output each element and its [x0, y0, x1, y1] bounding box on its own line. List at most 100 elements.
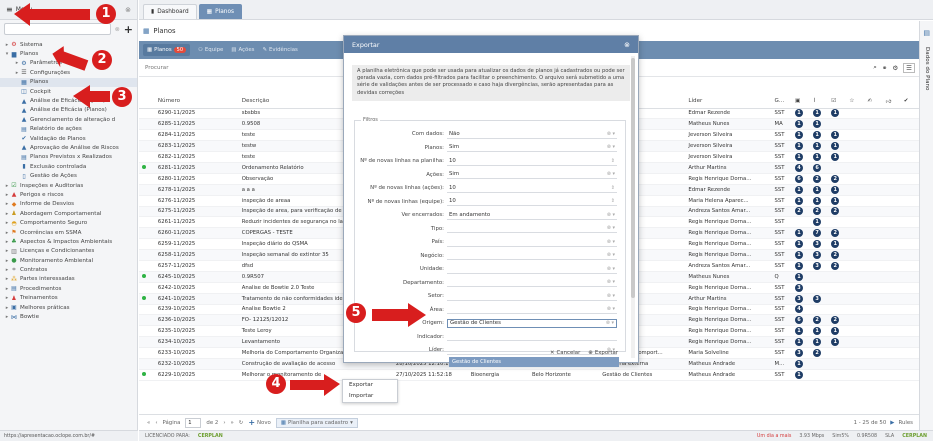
count-badge[interactable]: 2 — [831, 174, 840, 183]
table-row[interactable]: 6229-10/2025 Melhorar o monitoramento de 2… — [139, 369, 919, 381]
dropdown-control-icon[interactable]: ⊗ ▾ — [607, 171, 615, 177]
count-badge[interactable]: 3 — [813, 240, 822, 249]
count-badge[interactable]: 1 — [794, 272, 803, 281]
export-button[interactable]: ⊕ Exportar — [588, 350, 618, 356]
count-badge[interactable]: 1 — [813, 153, 822, 161]
filter-field[interactable]: ⊗ ▾ — [447, 278, 617, 287]
count-badge[interactable]: 3 — [794, 294, 803, 303]
checkbox-icon[interactable]: ☑ — [828, 95, 847, 109]
col-g[interactable]: G... — [771, 95, 792, 109]
filter-field[interactable]: Sim ⊗ ▾ — [447, 170, 617, 179]
count-badge[interactable]: 1 — [831, 185, 840, 194]
dropdown-control-icon[interactable]: ⊗ ▾ — [607, 212, 615, 218]
filter-field[interactable]: Não ⊗ ▾ — [447, 130, 617, 139]
dropdown-control-icon[interactable]: ⊗ ▾ — [607, 252, 615, 258]
count-badge[interactable]: 2 — [813, 349, 822, 358]
filter-field[interactable]: ⊗ ▾ — [447, 265, 617, 274]
sidebar-item[interactable]: ▸ ▥ Licenças e Condicionantes — [0, 247, 137, 256]
sidebar-item[interactable]: ▤ Relatório de ações — [0, 125, 137, 134]
count-badge[interactable]: 1 — [813, 120, 822, 129]
count-badge[interactable]: 1 — [794, 251, 803, 260]
count-badge[interactable]: 1 — [813, 338, 822, 347]
sidebar-item[interactable]: ▸ ♣ Aspectos & Impactos Ambientais — [0, 237, 137, 246]
last-page-icon[interactable]: » — [230, 420, 233, 426]
count-badge[interactable]: 1 — [794, 338, 803, 347]
count-badge[interactable]: 1 — [813, 196, 822, 205]
sidebar-item[interactable]: ▲ Aprovação de Análise de Riscos — [0, 143, 137, 152]
sidebar-item[interactable]: ▮ Exclusão controlada — [0, 162, 137, 171]
sidebar-item[interactable]: ▸ ▲ Perigos e riscos — [0, 190, 137, 199]
count-badge[interactable]: 4 — [794, 305, 803, 314]
sidebar-item[interactable]: ▲ Análise de Eficácia (Planos) — [0, 106, 137, 115]
count-badge[interactable]: 1 — [813, 185, 822, 194]
count-badge[interactable]: 1 — [831, 196, 840, 205]
attach-icon[interactable]: ⌇ — [810, 95, 829, 109]
count-badge[interactable]: 1 — [794, 153, 803, 161]
count-badge[interactable]: 1 — [831, 240, 840, 249]
sidebar-item[interactable]: ✔ Validação de Planos — [0, 134, 137, 143]
close-menu-icon[interactable]: ⊗ — [125, 6, 131, 14]
sidebar-item[interactable]: ▸ ♟ Abordagem Comportamental — [0, 209, 137, 218]
status-sla[interactable]: SLA — [885, 434, 894, 439]
refresh-icon[interactable]: ↻ — [239, 420, 244, 426]
dropdown-control-icon[interactable]: ⊗ ▾ — [607, 225, 615, 231]
prev-page-icon[interactable]: ‹ — [155, 420, 157, 426]
count-badge[interactable]: 6 — [794, 316, 803, 325]
star-icon[interactable]: ☆ — [846, 95, 865, 109]
sidebar-item[interactable]: ▲ Gerenciamento de alteração d — [0, 115, 137, 124]
count-badge[interactable]: 6 — [794, 174, 803, 183]
tab-dashboard[interactable]: ▮ Dashboard — [143, 4, 197, 19]
sheet-button[interactable]: ▦ Planilha para cadastro ▾ — [275, 417, 358, 428]
dropdown-control-icon[interactable]: ⊗ ▾ — [607, 266, 615, 272]
count-badge[interactable]: 3 — [794, 283, 803, 292]
status-msg[interactable]: Um dia a mais — [757, 434, 791, 439]
sidebar-item[interactable]: ▸ ⁂ Partes interessadas — [0, 275, 137, 284]
modal-scrollbar[interactable] — [631, 56, 635, 358]
search-icon[interactable]: ⌕ — [873, 63, 877, 72]
check-icon[interactable]: ✔ — [900, 95, 919, 109]
filter-field[interactable]: 10 ⇕ — [447, 197, 617, 206]
count-badge[interactable]: 1 — [794, 142, 803, 151]
first-page-icon[interactable]: « — [147, 420, 150, 426]
count-badge[interactable]: 1 — [794, 359, 803, 368]
sidebar-item[interactable]: ▦ Planos — [0, 77, 137, 87]
filter-field[interactable]: ⊗ ▾ — [447, 305, 617, 314]
subtab-planos[interactable]: ▦ Planos 50 — [143, 44, 191, 56]
count-badge[interactable]: 2 — [831, 261, 840, 270]
sidebar-item[interactable]: ▸ ⋈ Bowtie — [0, 312, 137, 321]
count-badge[interactable]: 3 — [813, 294, 822, 303]
count-badge[interactable]: 3 — [813, 251, 822, 260]
count-badge[interactable]: 2 — [831, 229, 840, 238]
sidebar-item[interactable]: ▸ ☰ Configurações — [0, 68, 137, 77]
count-badge[interactable]: 1 — [831, 131, 840, 140]
rules-label[interactable]: Rules — [898, 420, 913, 426]
subtab-evidencias[interactable]: ✎ Evidências — [262, 47, 297, 53]
count-badge[interactable]: 7 — [813, 229, 822, 238]
count-badge[interactable]: 1 — [831, 142, 840, 151]
binoculars-icon[interactable]: ⚭ — [882, 64, 887, 72]
count-badge[interactable]: 2 — [831, 207, 840, 216]
sidebar-item[interactable]: ▾ ▆ Planos — [0, 49, 137, 58]
filter-field[interactable] — [447, 332, 617, 341]
next-page-icon[interactable]: › — [223, 420, 225, 426]
origem-dropdown-option[interactable]: Gestão de Clientes — [449, 357, 619, 367]
new-button[interactable]: + Novo — [248, 418, 271, 427]
count-badge[interactable]: 6 — [813, 163, 822, 172]
count-badge[interactable]: 1 — [794, 120, 803, 129]
count-badge[interactable]: 1 — [794, 196, 803, 205]
count-badge[interactable]: 1 — [831, 153, 840, 161]
dropdown-control-icon[interactable]: ⇕ — [611, 198, 615, 204]
count-badge[interactable]: 4 — [794, 163, 803, 172]
count-badge[interactable]: 2 — [794, 207, 803, 216]
count-badge[interactable]: 1 — [813, 327, 822, 336]
count-badge[interactable]: 1 — [831, 109, 840, 118]
sidebar-item[interactable]: ▸ ⌗ Contratos — [0, 265, 137, 274]
cancel-button[interactable]: ✕ Cancelar — [550, 350, 580, 356]
count-badge[interactable]: 1 — [794, 327, 803, 336]
filter-field[interactable]: 10 ⇕ — [447, 184, 617, 193]
dropdown-control-icon[interactable]: ⊗ ▾ — [606, 320, 614, 326]
count-badge[interactable]: 1 — [794, 109, 803, 118]
sidebar-item[interactable]: ▸ ♟ Treinamentos — [0, 294, 137, 303]
menu-item-exportar[interactable]: Exportar — [343, 380, 397, 391]
sidebar-search-input[interactable] — [4, 23, 111, 35]
